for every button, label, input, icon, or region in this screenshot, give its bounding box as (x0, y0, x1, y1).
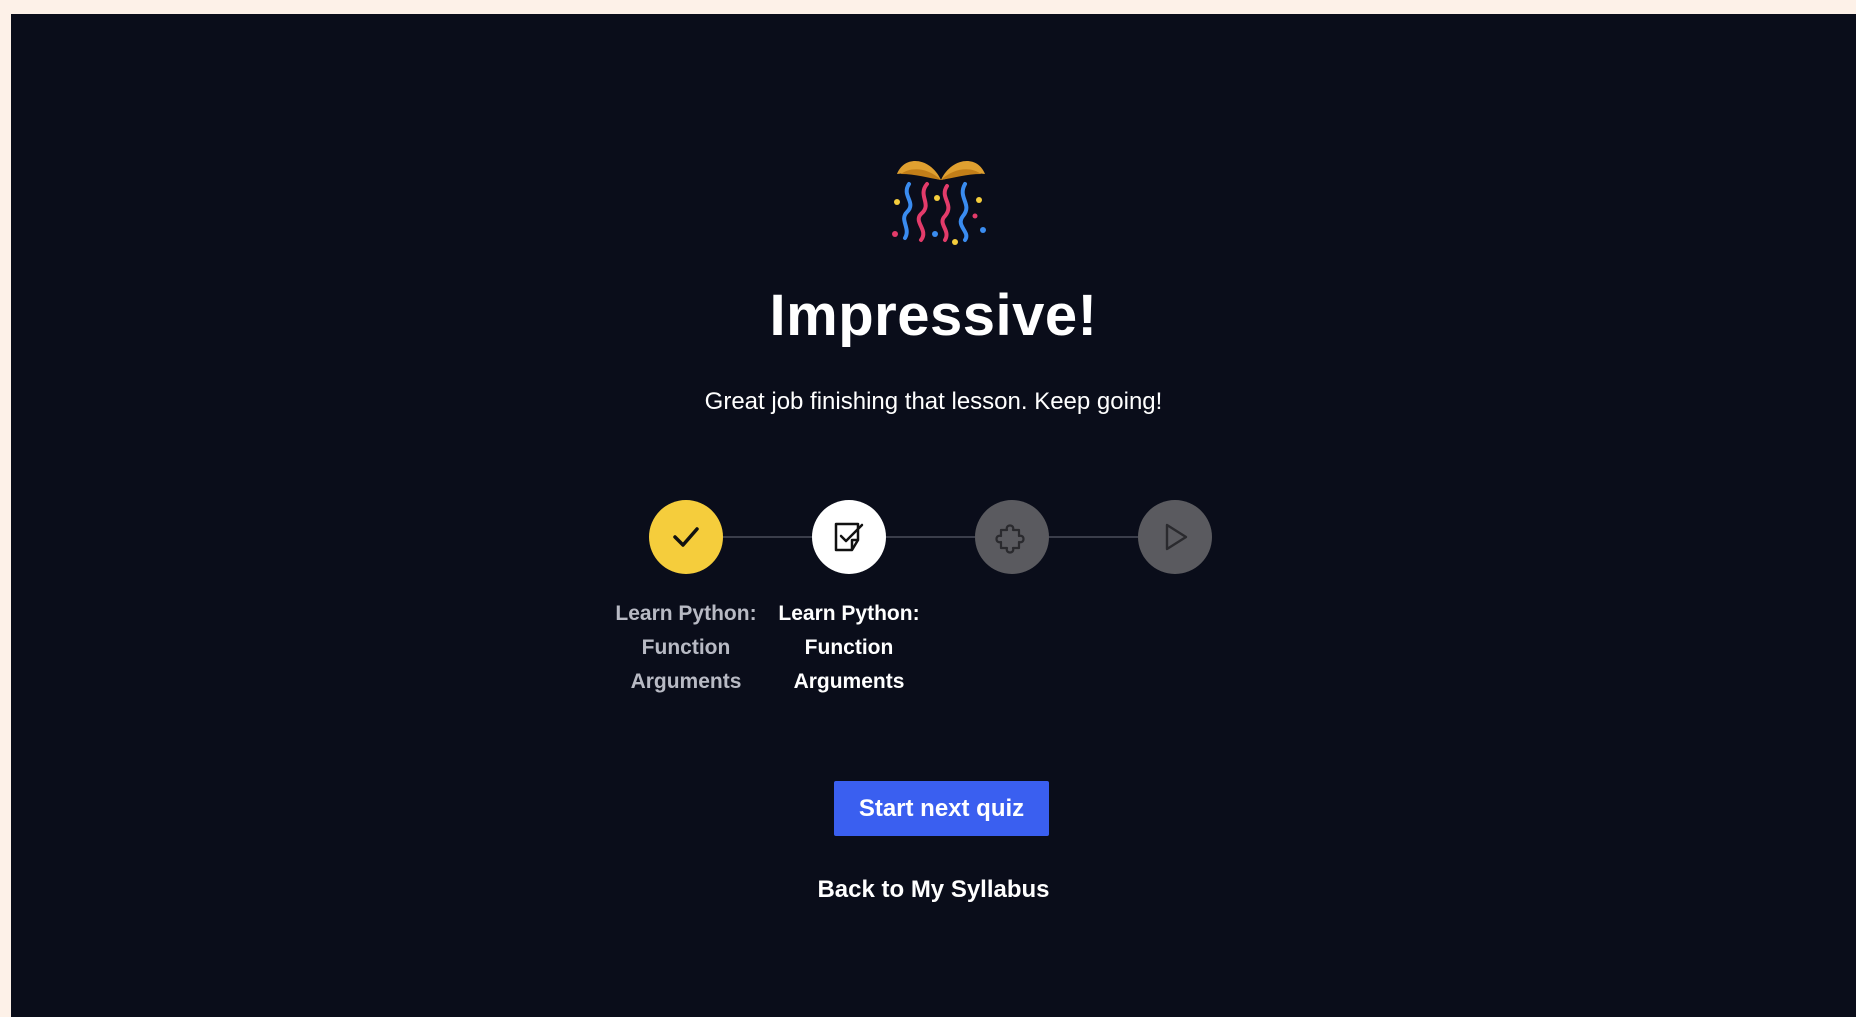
step-connector (722, 536, 812, 538)
step-completed[interactable] (649, 500, 723, 574)
completion-subtitle: Great job finishing that lesson. Keep go… (704, 388, 1163, 415)
checkmark-icon (673, 527, 699, 547)
step-connector (1048, 536, 1138, 538)
step-connector (885, 536, 975, 538)
step-label-completed: Learn Python: Function Arguments (615, 602, 757, 693)
step-current[interactable] (812, 500, 886, 574)
play-icon (1165, 523, 1188, 551)
quiz-icon (834, 522, 864, 552)
puzzle-icon (995, 524, 1025, 554)
start-next-quiz-button[interactable]: Start next quiz (834, 781, 1049, 836)
completion-headline: Impressive! (769, 283, 1098, 348)
completion-screen: Impressive! Great job finishing that les… (11, 14, 1856, 1017)
party-popper-icon (892, 161, 986, 245)
step-locked[interactable] (975, 500, 1049, 574)
step-locked[interactable] (1138, 500, 1212, 574)
back-to-syllabus-link[interactable]: Back to My Syllabus (11, 876, 1856, 904)
step-label-current: Learn Python: Function Arguments (778, 602, 920, 693)
